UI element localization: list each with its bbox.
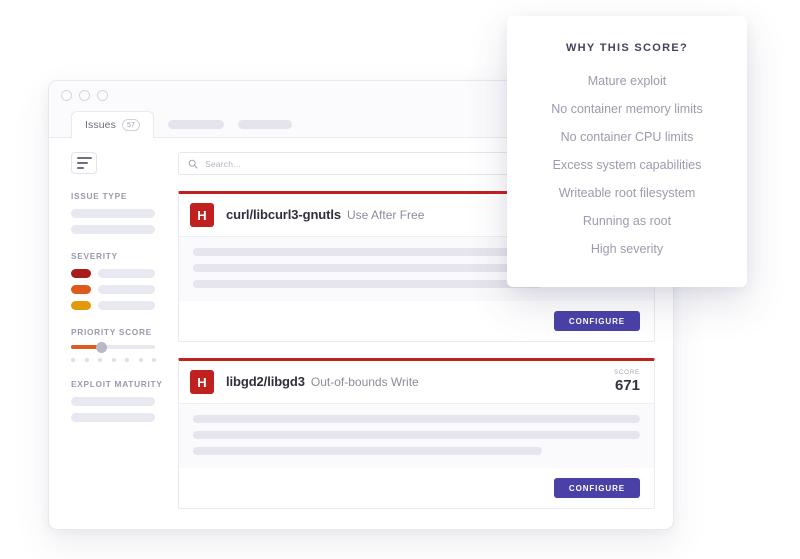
issue-package-name: curl/libcurl3-gnutls — [226, 207, 342, 222]
window-minimize-dot[interactable] — [79, 90, 90, 101]
configure-button[interactable]: CONFIGURE — [553, 478, 640, 498]
tab-issues-count-badge: 57 — [121, 118, 141, 132]
severity-swatch-medium — [71, 285, 91, 294]
popover-title: WHY THIS SCORE? — [566, 42, 688, 54]
severity-swatch-low — [71, 301, 91, 310]
placeholder-line — [193, 431, 640, 439]
filter-title-exploit-maturity: EXPLOIT MATURITY — [71, 379, 163, 389]
issue-card-footer: CONFIGURE — [179, 301, 654, 341]
severity-swatch-high — [71, 269, 91, 278]
filter-option-placeholder — [98, 301, 155, 310]
issue-score-label: SCORE — [613, 369, 640, 377]
issue-card-header: H libgd2/libgd3 Out-of-bounds Write SCORE… — [179, 361, 654, 403]
slider-tick-dots — [71, 358, 170, 362]
filter-title-severity: SEVERITY — [71, 251, 118, 261]
placeholder-line — [193, 280, 542, 288]
issue-score: SCORE 671 — [614, 370, 640, 393]
filter-option-placeholder — [71, 397, 155, 406]
filter-group-priority-score: PRIORITY SCORE — [71, 327, 170, 362]
placeholder-line — [193, 447, 542, 455]
score-reason: Writeable root filesystem — [558, 186, 696, 200]
filter-group-exploit-maturity: EXPLOIT MATURITY — [71, 379, 170, 422]
filter-group-severity: SEVERITY — [71, 251, 170, 310]
filter-group-issue-type: ISSUE TYPE — [71, 191, 170, 234]
filter-option-severity-high[interactable] — [71, 269, 170, 278]
slider-tick — [98, 358, 102, 362]
slider-knob[interactable] — [96, 341, 107, 353]
slider-tick — [71, 358, 75, 362]
placeholder-line — [193, 415, 640, 423]
filter-option-placeholder — [71, 209, 155, 218]
issue-card-footer: CONFIGURE — [179, 468, 654, 508]
issue-vulnerability-type: Out-of-bounds Write — [310, 375, 419, 389]
score-reason: Excess system capabilities — [552, 158, 702, 172]
filter-option[interactable] — [71, 413, 170, 422]
slider-tick — [125, 358, 129, 362]
slider-track[interactable] — [71, 341, 155, 353]
filter-option-placeholder — [98, 285, 155, 294]
score-reason: No container memory limits — [551, 102, 703, 116]
filter-option[interactable] — [71, 397, 170, 406]
filter-option-severity-medium[interactable] — [71, 285, 170, 294]
slider-tick — [111, 358, 116, 362]
score-reason: High severity — [590, 242, 664, 256]
filter-option-placeholder — [71, 225, 155, 234]
priority-score-slider[interactable] — [71, 341, 170, 362]
window-maximize-dot[interactable] — [97, 90, 108, 101]
tab-placeholder-2[interactable] — [238, 120, 293, 129]
score-reason: Running as root — [582, 214, 672, 228]
why-this-score-popover: WHY THIS SCORE? Mature exploit No contai… — [507, 16, 747, 287]
filter-option-placeholder — [71, 413, 155, 422]
tab-issues[interactable]: Issues 57 — [71, 111, 155, 138]
filter-option-placeholder — [98, 269, 155, 278]
configure-button[interactable]: CONFIGURE — [553, 311, 640, 331]
tab-issues-label: Issues — [85, 119, 116, 131]
filter-title-issue-type: ISSUE TYPE — [71, 191, 128, 201]
score-reason: No container CPU limits — [560, 130, 694, 144]
issue-score-value: 671 — [614, 376, 640, 394]
issue-title: curl/libcurl3-gnutls Use After Free — [226, 206, 424, 224]
issue-card-body-placeholder — [179, 403, 654, 468]
issue-card[interactable]: H libgd2/libgd3 Out-of-bounds Write SCORE… — [178, 358, 655, 509]
search-placeholder: Search... — [205, 158, 241, 169]
filter-sort-icon[interactable] — [71, 152, 97, 174]
status-badge: H — [190, 203, 214, 227]
tab-placeholder-1[interactable] — [168, 120, 225, 129]
slider-tick — [84, 358, 89, 362]
filter-title-priority-score: PRIORITY SCORE — [71, 327, 152, 337]
issue-vulnerability-type: Use After Free — [347, 208, 425, 222]
status-badge: H — [190, 370, 214, 394]
slider-tick — [152, 358, 156, 362]
issue-title: libgd2/libgd3 Out-of-bounds Write — [226, 373, 419, 391]
filter-option[interactable] — [71, 225, 170, 234]
search-icon — [188, 159, 198, 168]
window-close-dot[interactable] — [61, 90, 72, 101]
filters-sidebar: ISSUE TYPE SEVERITY PRIORITY SCORE EXPLO… — [49, 138, 170, 529]
issue-package-name: libgd2/libgd3 — [226, 374, 305, 389]
filter-option-severity-low[interactable] — [71, 301, 170, 310]
slider-tick — [138, 358, 143, 362]
filter-option[interactable] — [71, 209, 170, 218]
score-reason: Mature exploit — [587, 74, 667, 88]
